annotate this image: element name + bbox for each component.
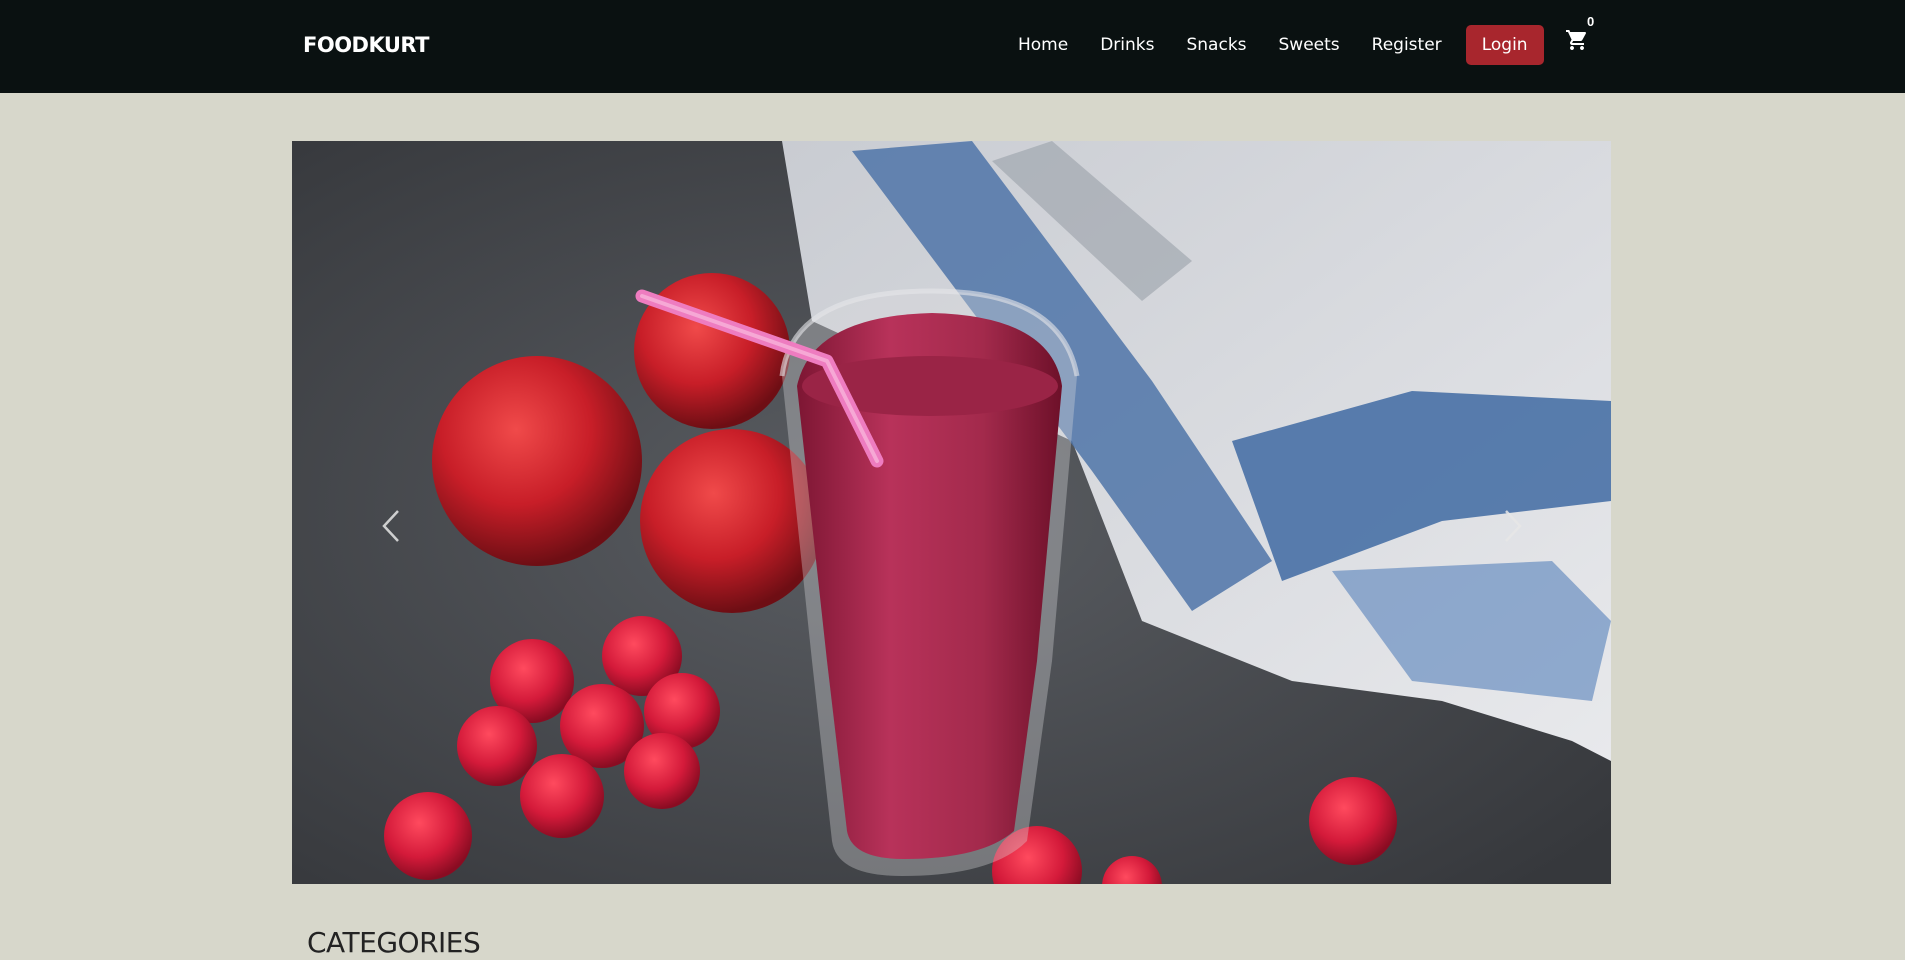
nav-snacks-link[interactable]: Snacks — [1186, 35, 1246, 55]
nav-sweets-link[interactable]: Sweets — [1279, 35, 1340, 55]
nav-register-link[interactable]: Register — [1372, 35, 1442, 55]
carousel-prev-button[interactable] — [372, 491, 412, 561]
chevron-right-icon — [1505, 510, 1522, 542]
categories-heading: CATEGORIES — [307, 926, 481, 959]
chevron-left-icon — [382, 510, 399, 542]
carousel-next-button[interactable] — [1492, 491, 1532, 561]
shopping-cart-icon — [1566, 30, 1587, 50]
cart-count-badge: 0 — [1587, 14, 1595, 29]
hero-carousel — [292, 141, 1611, 884]
nav-links: Home Drinks Snacks Sweets Register Login — [1018, 25, 1544, 65]
slide-image — [292, 141, 1611, 884]
cart-button[interactable]: 0 — [1565, 14, 1595, 56]
top-navbar: FOODKURT Home Drinks Snacks Sweets Regis… — [0, 0, 1905, 93]
nav-drinks-link[interactable]: Drinks — [1100, 35, 1154, 55]
nav-home-link[interactable]: Home — [1018, 35, 1068, 55]
brand-logo[interactable]: FOODKURT — [303, 33, 430, 57]
login-button[interactable]: Login — [1465, 25, 1544, 65]
